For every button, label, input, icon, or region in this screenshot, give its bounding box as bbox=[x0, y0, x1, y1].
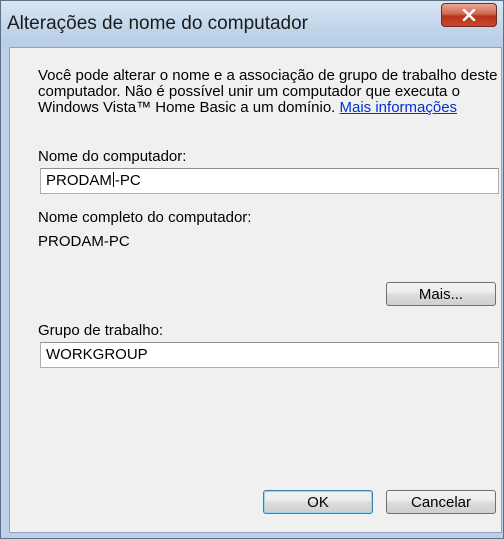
more-button[interactable]: Mais... bbox=[386, 282, 496, 306]
full-computer-name-value: PRODAM-PC bbox=[38, 233, 130, 250]
workgroup-input[interactable]: WORKGROUP bbox=[40, 342, 499, 368]
more-info-link[interactable]: Mais informações bbox=[340, 99, 458, 116]
computer-name-label: Nome do computador: bbox=[38, 148, 187, 165]
close-x-icon bbox=[462, 9, 476, 21]
workgroup-label: Grupo de trabalho: bbox=[38, 322, 164, 339]
computer-name-text-start: PRODAM bbox=[46, 172, 112, 189]
title-bar[interactable]: Alterações de nome do computador bbox=[1, 1, 503, 47]
computer-name-input[interactable]: PRODAM -PC bbox=[40, 168, 499, 194]
dialog-content: Você pode alterar o nome e a associação … bbox=[9, 47, 502, 533]
full-computer-name-label: Nome completo do computador: bbox=[38, 209, 252, 226]
text-cursor bbox=[112, 172, 114, 187]
description-text: Você pode alterar o nome e a associação … bbox=[38, 68, 504, 132]
cancel-button[interactable]: Cancelar bbox=[386, 490, 496, 514]
computer-name-text-end: -PC bbox=[114, 172, 141, 189]
computer-name-changes-dialog: Alterações de nome do computador Você po… bbox=[0, 0, 504, 539]
window-title: Alterações de nome do computador bbox=[7, 13, 309, 34]
ok-button[interactable]: OK bbox=[263, 490, 373, 514]
close-button[interactable] bbox=[441, 3, 497, 27]
